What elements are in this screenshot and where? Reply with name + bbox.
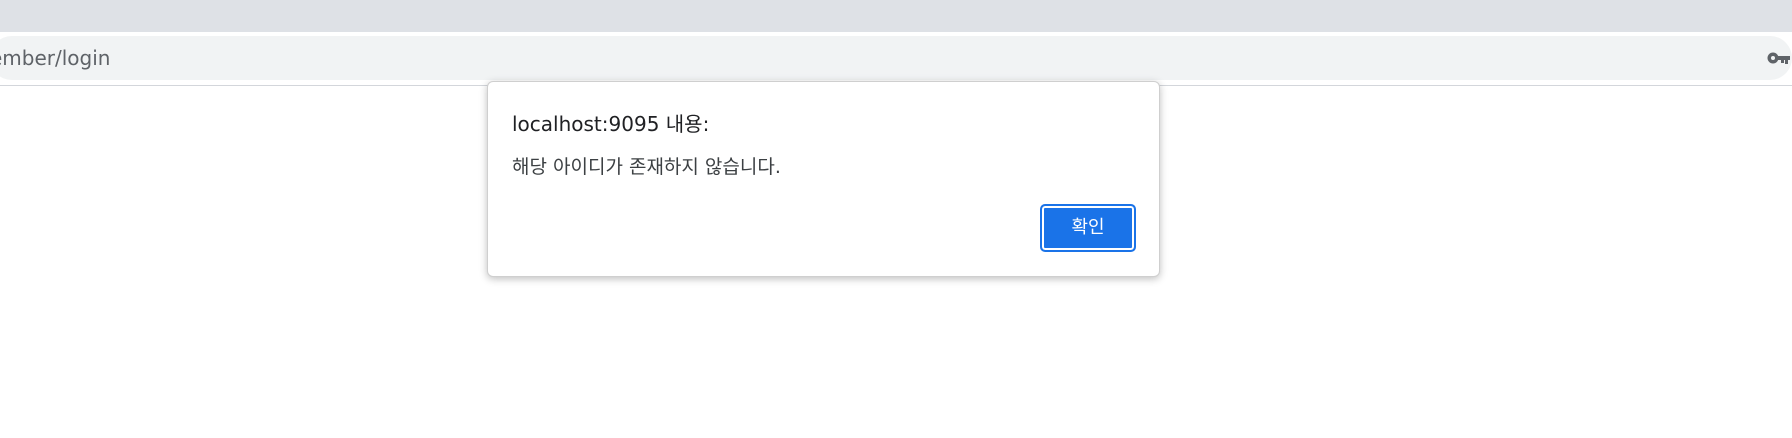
- tab-strip: [0, 0, 1792, 32]
- address-bar[interactable]: ember/login: [0, 36, 1792, 80]
- browser-toolbar: ember/login: [0, 32, 1792, 86]
- dialog-message: 해당 아이디가 존재하지 않습니다.: [512, 156, 781, 178]
- address-url[interactable]: ember/login: [0, 36, 110, 80]
- key-icon[interactable]: [1766, 48, 1792, 68]
- ok-button[interactable]: 확인: [1040, 204, 1136, 252]
- alert-dialog: localhost:9095 내용: 해당 아이디가 존재하지 않습니다. 확인: [487, 81, 1160, 277]
- dialog-title: localhost:9095 내용:: [512, 112, 710, 136]
